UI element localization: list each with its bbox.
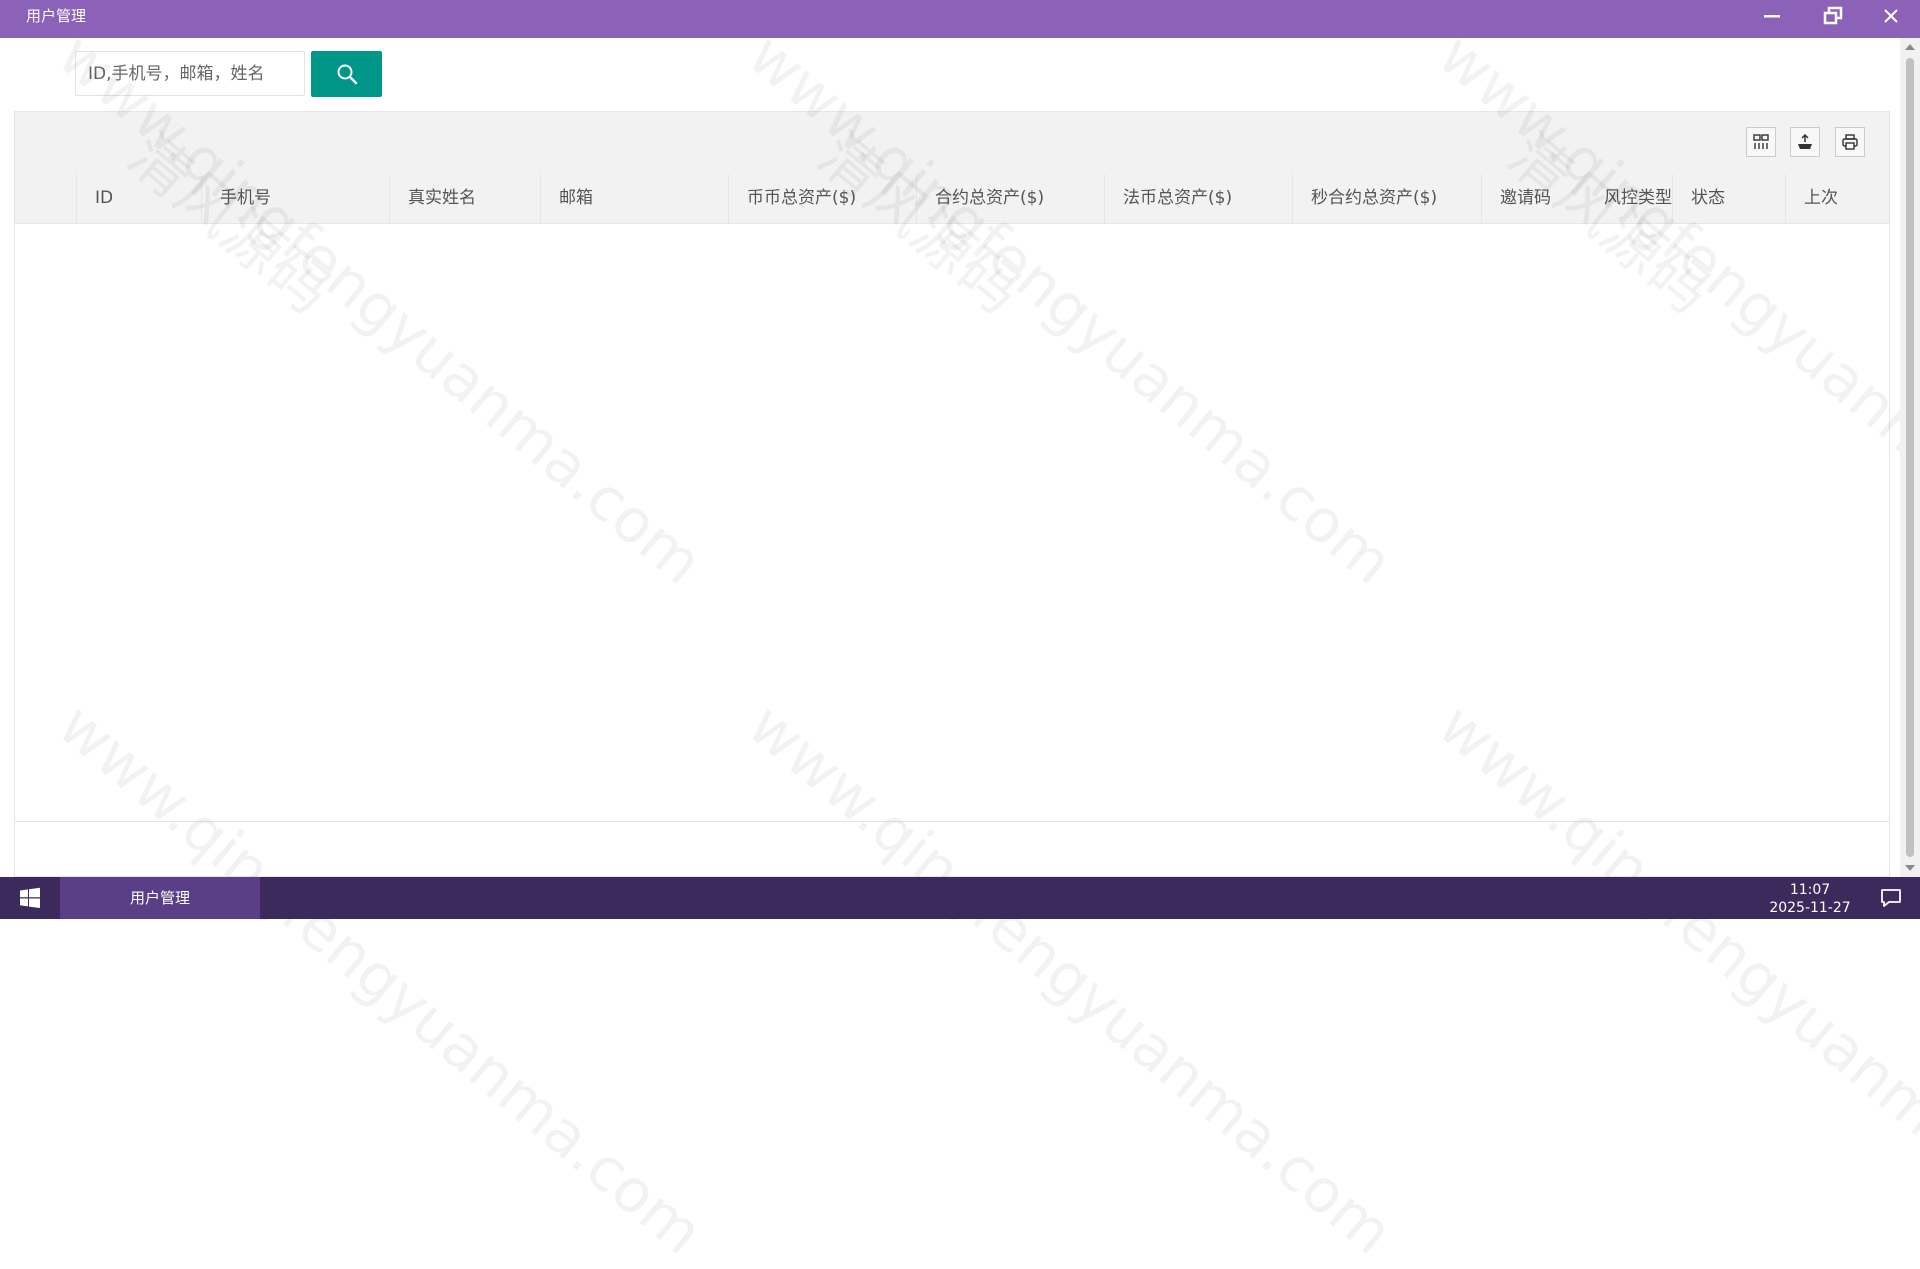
- clock-date: 2025-11-27: [1769, 900, 1851, 916]
- window-title: 用户管理: [26, 7, 87, 25]
- table-header: ID 手机号 真实姓名 邮箱 币币总资产($) 合约总资产($) 法币总资产($…: [15, 174, 1889, 224]
- search-input[interactable]: [75, 51, 305, 96]
- checkbox-column-header: [15, 174, 76, 223]
- table-toolbar: [15, 112, 1889, 175]
- search-button[interactable]: [311, 51, 382, 97]
- columns-icon: [1753, 134, 1769, 149]
- column-header-second-contract-assets[interactable]: 秒合约总资产($): [1292, 174, 1481, 223]
- column-header-phone[interactable]: 手机号: [201, 174, 389, 223]
- content-area: ID 手机号 真实姓名 邮箱 币币总资产($) 合约总资产($) 法币总资产($…: [0, 38, 1900, 877]
- start-button[interactable]: [0, 877, 60, 919]
- search-icon: [337, 64, 357, 85]
- column-header-contract-assets[interactable]: 合约总资产($): [916, 174, 1104, 223]
- notification-button[interactable]: [1862, 877, 1920, 919]
- chat-bubble-icon: [1881, 889, 1901, 907]
- taskbar: 用户管理 11:07 2025-11-27: [0, 877, 1920, 919]
- table-body: [15, 224, 1889, 822]
- system-clock[interactable]: 11:07 2025-11-27: [1755, 881, 1865, 917]
- export-icon: [1798, 133, 1812, 149]
- column-header-fiat-assets[interactable]: 法币总资产($): [1104, 174, 1292, 223]
- scroll-down-arrow-icon[interactable]: [1905, 865, 1915, 871]
- window-titlebar: 用户管理: [0, 0, 1920, 38]
- minimize-button[interactable]: [1745, 0, 1799, 32]
- columns-filter-button[interactable]: [1746, 127, 1776, 157]
- windows-logo-icon: [20, 887, 40, 908]
- scrollbar-thumb[interactable]: [1906, 58, 1914, 857]
- column-header-id[interactable]: ID: [76, 174, 201, 223]
- close-icon: [1884, 9, 1898, 23]
- column-header-status[interactable]: 状态: [1672, 174, 1785, 223]
- data-table: ID 手机号 真实姓名 邮箱 币币总资产($) 合约总资产($) 法币总资产($…: [14, 111, 1890, 877]
- restore-icon: [1823, 6, 1843, 25]
- minimize-icon: [1764, 15, 1780, 18]
- close-button[interactable]: [1864, 0, 1918, 32]
- clock-time: 11:07: [1789, 882, 1831, 898]
- column-header-real-name[interactable]: 真实姓名: [389, 174, 540, 223]
- print-button[interactable]: [1835, 127, 1865, 157]
- restore-button[interactable]: [1806, 0, 1860, 32]
- column-header-last[interactable]: 上次: [1785, 174, 1889, 223]
- column-header-email[interactable]: 邮箱: [540, 174, 728, 223]
- vertical-scrollbar[interactable]: [1900, 38, 1920, 877]
- column-header-spot-assets[interactable]: 币币总资产($): [728, 174, 916, 223]
- print-icon: [1842, 134, 1858, 150]
- scroll-up-arrow-icon[interactable]: [1905, 44, 1915, 50]
- column-header-risk-type[interactable]: 风控类型: [1586, 174, 1672, 223]
- taskbar-item-user-management[interactable]: 用户管理: [60, 877, 260, 919]
- export-button[interactable]: [1790, 127, 1820, 157]
